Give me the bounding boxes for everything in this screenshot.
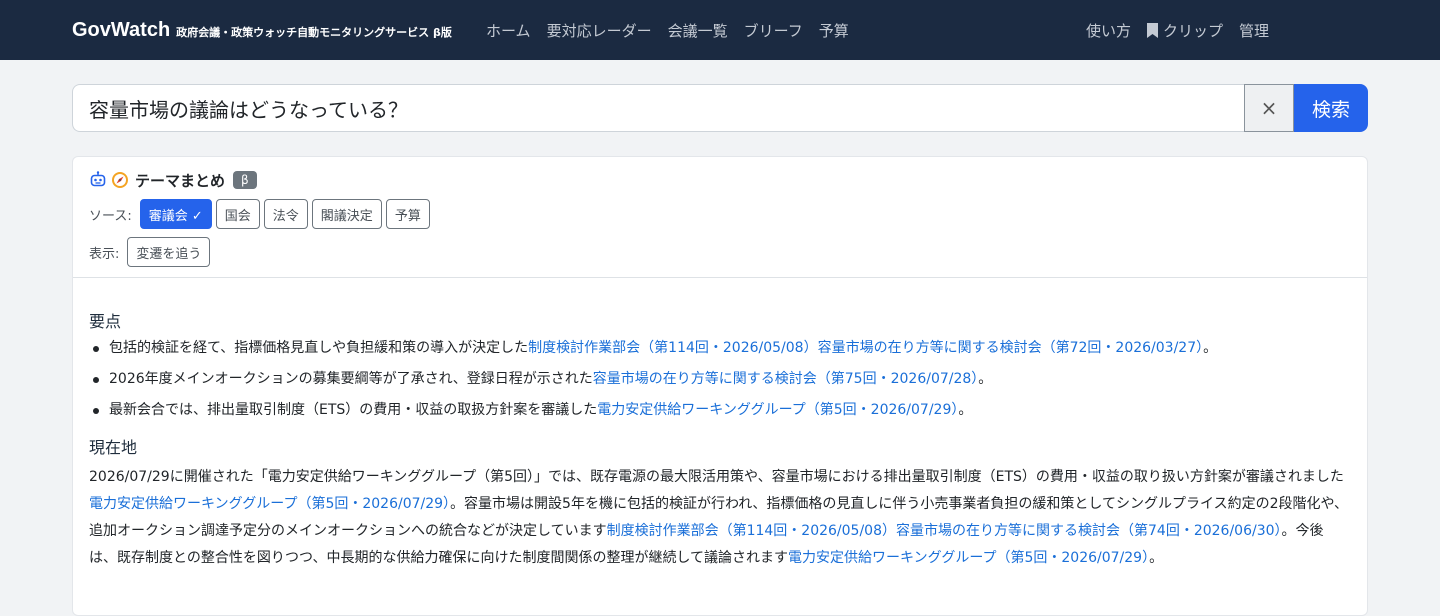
main-nav: ホーム 要対応レーダー 会議一覧 ブリーフ 予算 [486,0,849,60]
source-chip-diet[interactable]: 国会 [215,199,260,229]
points-heading: 要点 [89,312,122,331]
current-paragraph: 2026/07/29に開催された「電力安定供給ワーキンググループ（第5回）」では… [89,464,1351,572]
source-chip-budget[interactable]: 予算 [385,199,430,229]
nav-admin[interactable]: 管理 [1239,20,1269,41]
robot-icon [90,171,106,187]
card-title-row: テーマまとめ β [89,169,1351,191]
source-chip-law[interactable]: 法令 [263,199,308,229]
point-text: 最新会合では、排出量取引制度（ETS）の費用・収益の取扱方針案を審議した [109,402,598,418]
source-link[interactable]: 制度検討作業部会（第114回・2026/05/08） [528,340,817,356]
source-filter-row: ソース: 審議会 ✓ 国会 法令 閣議決定 予算 [89,199,1351,229]
display-filter-row: 表示: 変遷を追う [89,237,1351,267]
compass-icon [112,172,128,188]
current-text: 。 [1149,550,1164,566]
points-list: 包括的検証を経て、指標価格見直しや負担緩和策の導入が決定した制度検討作業部会（第… [89,338,1351,420]
nav-budget[interactable]: 予算 [819,20,849,41]
card-body: 要点 包括的検証を経て、指標価格見直しや負担緩和策の導入が決定した制度検討作業部… [73,278,1367,572]
display-label: 表示: [89,246,120,262]
point-text: 2026年度メインオークションの募集要綱等が了承され、登録日程が示された [109,371,593,387]
search-bar: × 検索 [72,84,1368,132]
source-link[interactable]: 電力安定供給ワーキンググループ（第5回・2026/07/29） [89,496,450,512]
list-item: 2026年度メインオークションの募集要綱等が了承され、登録日程が示された容量市場… [89,369,1351,389]
source-link[interactable]: 制度検討作業部会（第114回・2026/05/08） [607,523,896,539]
secondary-nav: 使い方 クリップ 管理 [1086,0,1269,60]
list-item: 包括的検証を経て、指標価格見直しや負担緩和策の導入が決定した制度検討作業部会（第… [89,338,1351,358]
card-title: テーマまとめ [135,171,226,190]
search-button[interactable]: 検索 [1294,84,1368,132]
theme-summary-card: テーマまとめ β ソース: 審議会 ✓ 国会 法令 閣議決定 予算 表示: 変遷… [72,156,1368,616]
nav-clip[interactable]: クリップ [1146,20,1223,41]
source-link[interactable]: 容量市場の在り方等に関する検討会（第72回・2026/03/27） [818,340,1204,356]
brand-name[interactable]: GovWatch [72,19,170,42]
source-label: ソース: [89,208,132,224]
source-link[interactable]: 容量市場の在り方等に関する検討会（第75回・2026/07/28） [593,371,979,387]
bookmark-icon [1146,22,1158,38]
source-chip-council[interactable]: 審議会 ✓ [139,199,212,229]
nav-clip-label: クリップ [1162,21,1223,40]
source-link[interactable]: 容量市場の在り方等に関する検討会（第74回・2026/06/30） [896,523,1282,539]
brand-subtitle: 政府会議・政策ウォッチ自動モニタリングサービス β版 [176,26,452,39]
card-header: テーマまとめ β ソース: 審議会 ✓ 国会 法令 閣議決定 予算 表示: 変遷… [73,157,1367,278]
point-end: 。 [978,371,993,387]
clear-button[interactable]: × [1244,84,1294,132]
current-text: 2026/07/29に開催された「電力安定供給ワーキンググループ（第5回）」では… [89,469,1344,485]
current-heading: 現在地 [89,438,138,457]
nav-radar[interactable]: 要対応レーダー [547,20,652,41]
source-link[interactable]: 電力安定供給ワーキンググループ（第5回・2026/07/29） [597,402,958,418]
nav-howto[interactable]: 使い方 [1086,20,1131,41]
point-text: 包括的検証を経て、指標価格見直しや負担緩和策の導入が決定した [109,340,529,356]
nav-meetings[interactable]: 会議一覧 [668,20,728,41]
nav-brief[interactable]: ブリーフ [744,20,803,41]
display-chip-transition[interactable]: 変遷を追う [127,237,211,267]
point-end: 。 [958,402,973,418]
source-link[interactable]: 電力安定供給ワーキンググループ（第5回・2026/07/29） [788,550,1149,566]
beta-badge: β [233,171,257,189]
brand[interactable]: GovWatch 政府会議・政策ウォッチ自動モニタリングサービス β版 [72,0,452,60]
point-end: 。 [1203,340,1218,356]
nav-home[interactable]: ホーム [486,20,531,41]
source-chip-cabinet[interactable]: 閣議決定 [311,199,382,229]
top-navbar: GovWatch 政府会議・政策ウォッチ自動モニタリングサービス β版 ホーム … [0,0,1440,60]
search-input[interactable] [72,84,1244,132]
list-item: 最新会合では、排出量取引制度（ETS）の費用・収益の取扱方針案を審議した電力安定… [89,400,1351,420]
